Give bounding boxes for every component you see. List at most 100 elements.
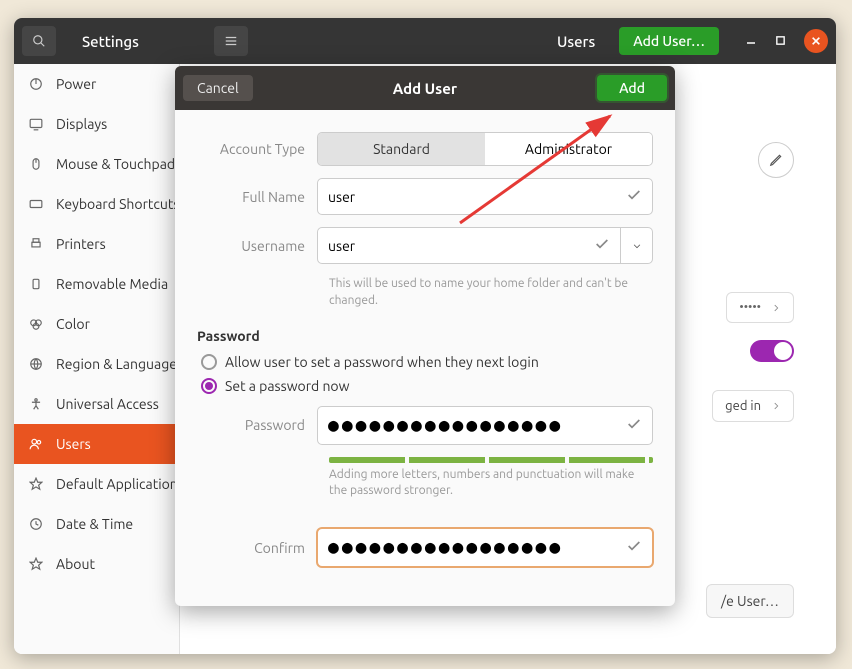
password-strength-bar [329,457,653,463]
edit-profile-button[interactable] [758,142,794,178]
window-controls [745,29,828,53]
password-section-title: Password [197,328,653,344]
sidebar-item-color[interactable]: Color [14,304,179,344]
account-type-toggle: Standard Administrator [317,132,653,166]
cancel-button[interactable]: Cancel [183,75,253,101]
remove-user-button[interactable]: /e User… [706,584,794,618]
username-hint: This will be used to name your home fold… [329,276,653,310]
fullname-input[interactable] [328,189,618,205]
fullname-label: Full Name [197,189,317,205]
login-fragment: ged in [725,399,761,413]
maximize-button[interactable] [775,33,786,49]
globe-icon [28,356,44,372]
confirm-input-wrap [317,528,653,567]
sidebar-item-label: Region & Language [56,356,177,372]
sidebar-item-keyboard[interactable]: Keyboard Shortcuts [14,184,179,224]
username-input[interactable] [328,238,586,254]
radio-label: Allow user to set a password when they n… [225,354,539,370]
sidebar-item-datetime[interactable]: Date & Time [14,504,179,544]
pencil-icon [769,153,783,167]
sidebar-item-label: Date & Time [56,516,133,532]
password-input-wrap [317,406,653,445]
strength-hint: Adding more letters, numbers and punctua… [329,467,653,501]
info-icon [28,556,44,572]
sidebar-item-about[interactable]: About [14,544,179,584]
close-button[interactable] [804,29,828,53]
sidebar-item-users[interactable]: Users [14,424,179,464]
star-icon [28,476,44,492]
username-label: Username [197,238,317,254]
sidebar-item-label: Color [56,316,90,332]
radio-set-later[interactable]: Allow user to set a password when they n… [197,354,653,370]
password-dots: ••••• [739,301,761,314]
sidebar-item-power[interactable]: Power [14,64,179,104]
confirm-row: Confirm [197,528,653,567]
dialog-header: Cancel Add User Add [175,66,675,110]
account-type-admin[interactable]: Administrator [485,133,652,165]
sidebar[interactable]: Power Displays Mouse & Touchpad Keyboard… [14,64,180,654]
search-icon [32,34,46,48]
add-user-button[interactable]: Add User… [619,27,719,55]
password-input[interactable] [328,415,618,436]
password-row-bg[interactable]: ••••• [726,292,794,323]
sidebar-item-label: Default Applications [56,476,179,492]
check-icon [626,187,642,206]
sidebar-item-label: Printers [56,236,106,252]
sidebar-item-label: Displays [56,116,107,132]
chevron-right-icon [771,303,781,313]
sidebar-item-label: Mouse & Touchpad [56,156,175,172]
fullname-row: Full Name [197,178,653,215]
search-button[interactable] [22,26,56,56]
radio-icon [201,378,217,394]
confirm-label: Confirm [197,540,317,556]
close-icon [811,36,821,46]
add-user-dialog: Cancel Add User Add Account Type Standar… [175,66,675,606]
sidebar-item-label: Users [56,436,91,452]
last-login-row[interactable]: ged in [712,390,794,422]
sidebar-item-universal-access[interactable]: Universal Access [14,384,179,424]
menu-button[interactable] [214,26,248,56]
account-type-row: Account Type Standard Administrator [197,132,653,166]
password-row: Password [197,406,653,445]
mouse-icon [28,156,44,172]
maximize-icon [775,35,786,46]
username-dropdown-button[interactable] [621,227,653,264]
sidebar-item-region[interactable]: Region & Language [14,344,179,384]
radio-set-now[interactable]: Set a password now [197,378,653,394]
sidebar-item-mouse[interactable]: Mouse & Touchpad [14,144,179,184]
hamburger-icon [224,34,238,48]
confirm-input[interactable] [328,537,618,558]
page-title: Users [557,33,595,50]
radio-icon [201,354,217,370]
clock-icon [28,516,44,532]
account-type-label: Account Type [197,141,317,157]
check-icon [626,416,642,435]
keyboard-icon [28,196,44,212]
check-icon [594,236,610,255]
sidebar-item-default-apps[interactable]: Default Applications [14,464,179,504]
sidebar-item-label: About [56,556,95,572]
sidebar-item-label: Universal Access [56,396,159,412]
sidebar-item-label: Removable Media [56,276,168,292]
minimize-button[interactable] [745,33,757,49]
sidebar-item-removable-media[interactable]: Removable Media [14,264,179,304]
check-icon [626,538,642,557]
admin-toggle-row [750,340,794,362]
usb-icon [28,276,44,292]
add-button[interactable]: Add [597,75,667,101]
sidebar-item-displays[interactable]: Displays [14,104,179,144]
fullname-input-wrap [317,178,653,215]
dialog-title: Add User [393,80,457,97]
username-row: Username [197,227,653,264]
titlebar: Settings Users Add User… [14,18,836,64]
username-input-wrap [317,227,621,264]
sidebar-item-label: Power [56,76,96,92]
sidebar-item-printers[interactable]: Printers [14,224,179,264]
accessibility-icon [28,396,44,412]
printer-icon [28,236,44,252]
admin-toggle[interactable] [750,340,794,362]
password-label: Password [197,417,317,433]
account-type-standard[interactable]: Standard [318,133,485,165]
chevron-down-icon [632,241,642,251]
minimize-icon [745,34,757,46]
